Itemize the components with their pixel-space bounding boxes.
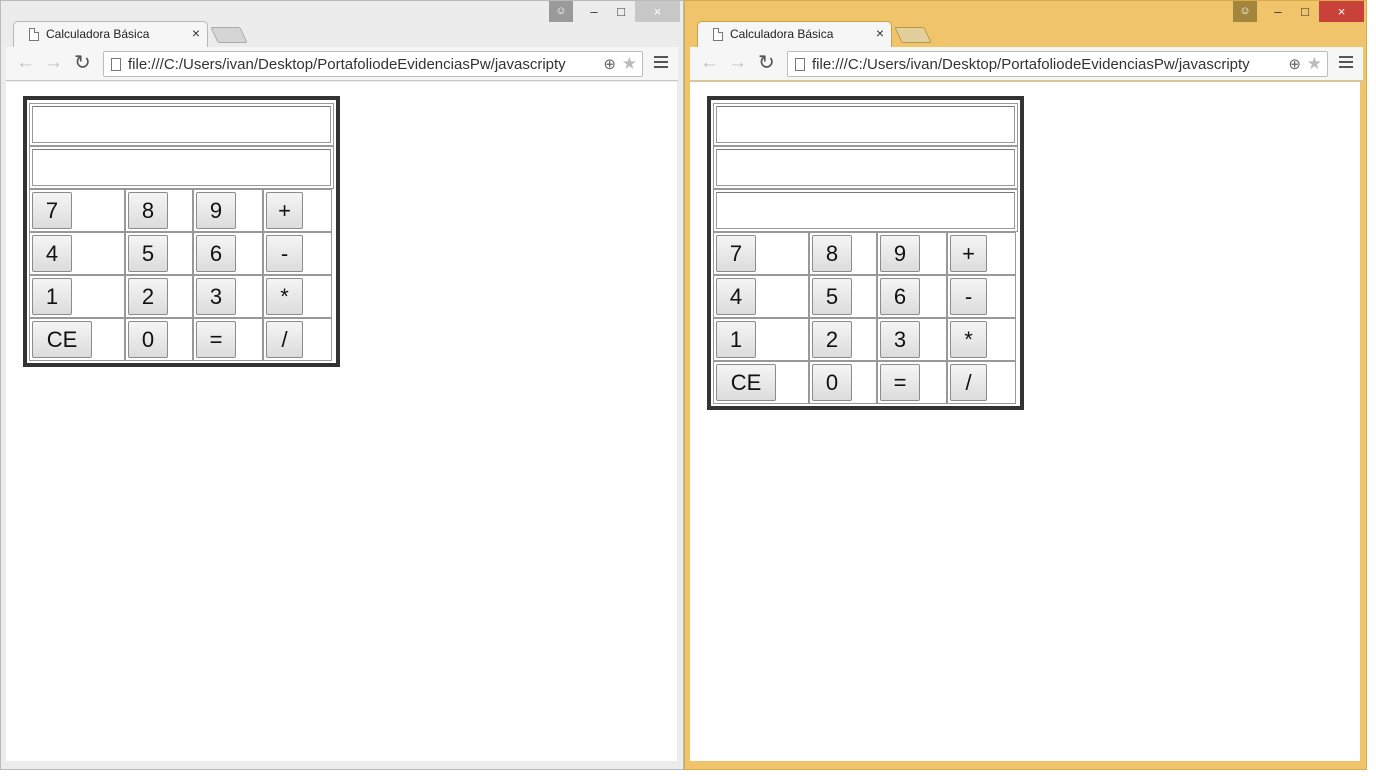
browser-window-left: ☺ – □ × Calculadora Básica × ← → ↻ file:… (0, 0, 684, 770)
key-6[interactable]: 6 (880, 278, 920, 315)
keypad-row: CE 0 = / (29, 318, 334, 361)
maximize-button[interactable]: □ (608, 1, 634, 22)
key-divide[interactable]: / (266, 321, 303, 358)
minimize-button[interactable]: – (581, 1, 607, 22)
key-7[interactable]: 7 (32, 192, 72, 229)
display-field[interactable] (29, 146, 334, 189)
keypad-row: CE 0 = / (713, 361, 1018, 404)
key-equals[interactable]: = (880, 364, 920, 401)
key-3[interactable]: 3 (196, 278, 236, 315)
key-multiply[interactable]: * (266, 278, 303, 315)
reload-icon[interactable]: ↻ (758, 50, 775, 75)
key-8[interactable]: 8 (812, 235, 852, 272)
address-bar[interactable]: file:///C:/Users/ivan/Desktop/Portafolio… (103, 51, 643, 77)
keypad-row: 7 8 9 + (29, 189, 334, 232)
keypad-row: 4 5 6 - (713, 275, 1018, 318)
tab-title: Calculadora Básica (46, 27, 150, 41)
close-window-button[interactable]: × (1319, 1, 1364, 22)
zoom-icon[interactable]: ⊕ (603, 55, 616, 73)
keypad-row: 7 8 9 + (713, 232, 1018, 275)
forward-arrow-icon[interactable]: → (44, 52, 63, 74)
key-minus[interactable]: - (950, 278, 987, 315)
document-icon (29, 28, 39, 41)
key-equals[interactable]: = (196, 321, 236, 358)
menu-icon[interactable] (1339, 56, 1353, 71)
calculator: 7 8 9 + 4 5 6 - 1 2 3 * CE 0 = / (707, 96, 1024, 410)
url-text[interactable]: file:///C:/Users/ivan/Desktop/Portafolio… (812, 56, 1282, 73)
reload-icon[interactable]: ↻ (74, 50, 91, 75)
browser-window-right: ☺ – □ × Calculadora Básica × ← → ↻ file:… (684, 0, 1367, 770)
key-8[interactable]: 8 (128, 192, 168, 229)
bookmark-star-icon[interactable]: ★ (622, 54, 637, 74)
new-tab-button[interactable] (210, 27, 248, 43)
key-9[interactable]: 9 (196, 192, 236, 229)
key-6[interactable]: 6 (196, 235, 236, 272)
key-plus[interactable]: + (950, 235, 987, 272)
key-multiply[interactable]: * (950, 321, 987, 358)
tab-close-icon[interactable]: × (192, 25, 200, 41)
maximize-button[interactable]: □ (1292, 1, 1318, 22)
key-1[interactable]: 1 (32, 278, 72, 315)
page-content: 7 8 9 + 4 5 6 - 1 2 3 * CE 0 = / (690, 82, 1360, 761)
key-1[interactable]: 1 (716, 321, 756, 358)
calculator: 7 8 9 + 4 5 6 - 1 2 3 * CE 0 = / (23, 96, 340, 367)
forward-arrow-icon[interactable]: → (728, 52, 747, 74)
key-0[interactable]: 0 (128, 321, 168, 358)
zoom-icon[interactable]: ⊕ (1288, 55, 1301, 73)
key-ce[interactable]: CE (32, 321, 92, 358)
display-field[interactable] (713, 146, 1018, 189)
back-arrow-icon[interactable]: ← (700, 52, 719, 74)
tab-close-icon[interactable]: × (876, 25, 884, 41)
key-4[interactable]: 4 (32, 235, 72, 272)
bookmark-star-icon[interactable]: ★ (1307, 54, 1322, 74)
url-text[interactable]: file:///C:/Users/ivan/Desktop/Portafolio… (128, 56, 598, 73)
tab-calculadora[interactable]: Calculadora Básica × (697, 21, 892, 47)
key-9[interactable]: 9 (880, 235, 920, 272)
key-ce[interactable]: CE (716, 364, 776, 401)
key-7[interactable]: 7 (716, 235, 756, 272)
key-5[interactable]: 5 (812, 278, 852, 315)
keypad-row: 1 2 3 * (29, 275, 334, 318)
page-icon (111, 58, 121, 71)
address-bar[interactable]: file:///C:/Users/ivan/Desktop/Portafolio… (787, 51, 1328, 77)
user-icon[interactable]: ☺ (1233, 1, 1257, 22)
key-4[interactable]: 4 (716, 278, 756, 315)
tab-title: Calculadora Básica (730, 27, 834, 41)
key-plus[interactable]: + (266, 192, 303, 229)
page-content: 7 8 9 + 4 5 6 - 1 2 3 * CE 0 = / (6, 82, 677, 761)
user-icon[interactable]: ☺ (549, 1, 573, 22)
new-tab-button[interactable] (894, 27, 932, 43)
browser-toolbar: ← → ↻ file:///C:/Users/ivan/Desktop/Port… (690, 47, 1363, 81)
back-arrow-icon[interactable]: ← (16, 52, 35, 74)
minimize-button[interactable]: – (1265, 1, 1291, 22)
tab-calculadora[interactable]: Calculadora Básica × (13, 21, 208, 47)
page-icon (795, 58, 805, 71)
display-field[interactable] (713, 103, 1018, 146)
key-5[interactable]: 5 (128, 235, 168, 272)
browser-toolbar: ← → ↻ file:///C:/Users/ivan/Desktop/Port… (6, 47, 678, 81)
key-minus[interactable]: - (266, 235, 303, 272)
keypad-row: 4 5 6 - (29, 232, 334, 275)
menu-icon[interactable] (654, 56, 668, 71)
key-0[interactable]: 0 (812, 364, 852, 401)
close-window-button[interactable]: × (635, 1, 680, 22)
key-2[interactable]: 2 (812, 321, 852, 358)
display-field[interactable] (29, 103, 334, 146)
document-icon (713, 28, 723, 41)
key-2[interactable]: 2 (128, 278, 168, 315)
key-divide[interactable]: / (950, 364, 987, 401)
display-field[interactable] (713, 189, 1018, 232)
keypad-row: 1 2 3 * (713, 318, 1018, 361)
key-3[interactable]: 3 (880, 321, 920, 358)
